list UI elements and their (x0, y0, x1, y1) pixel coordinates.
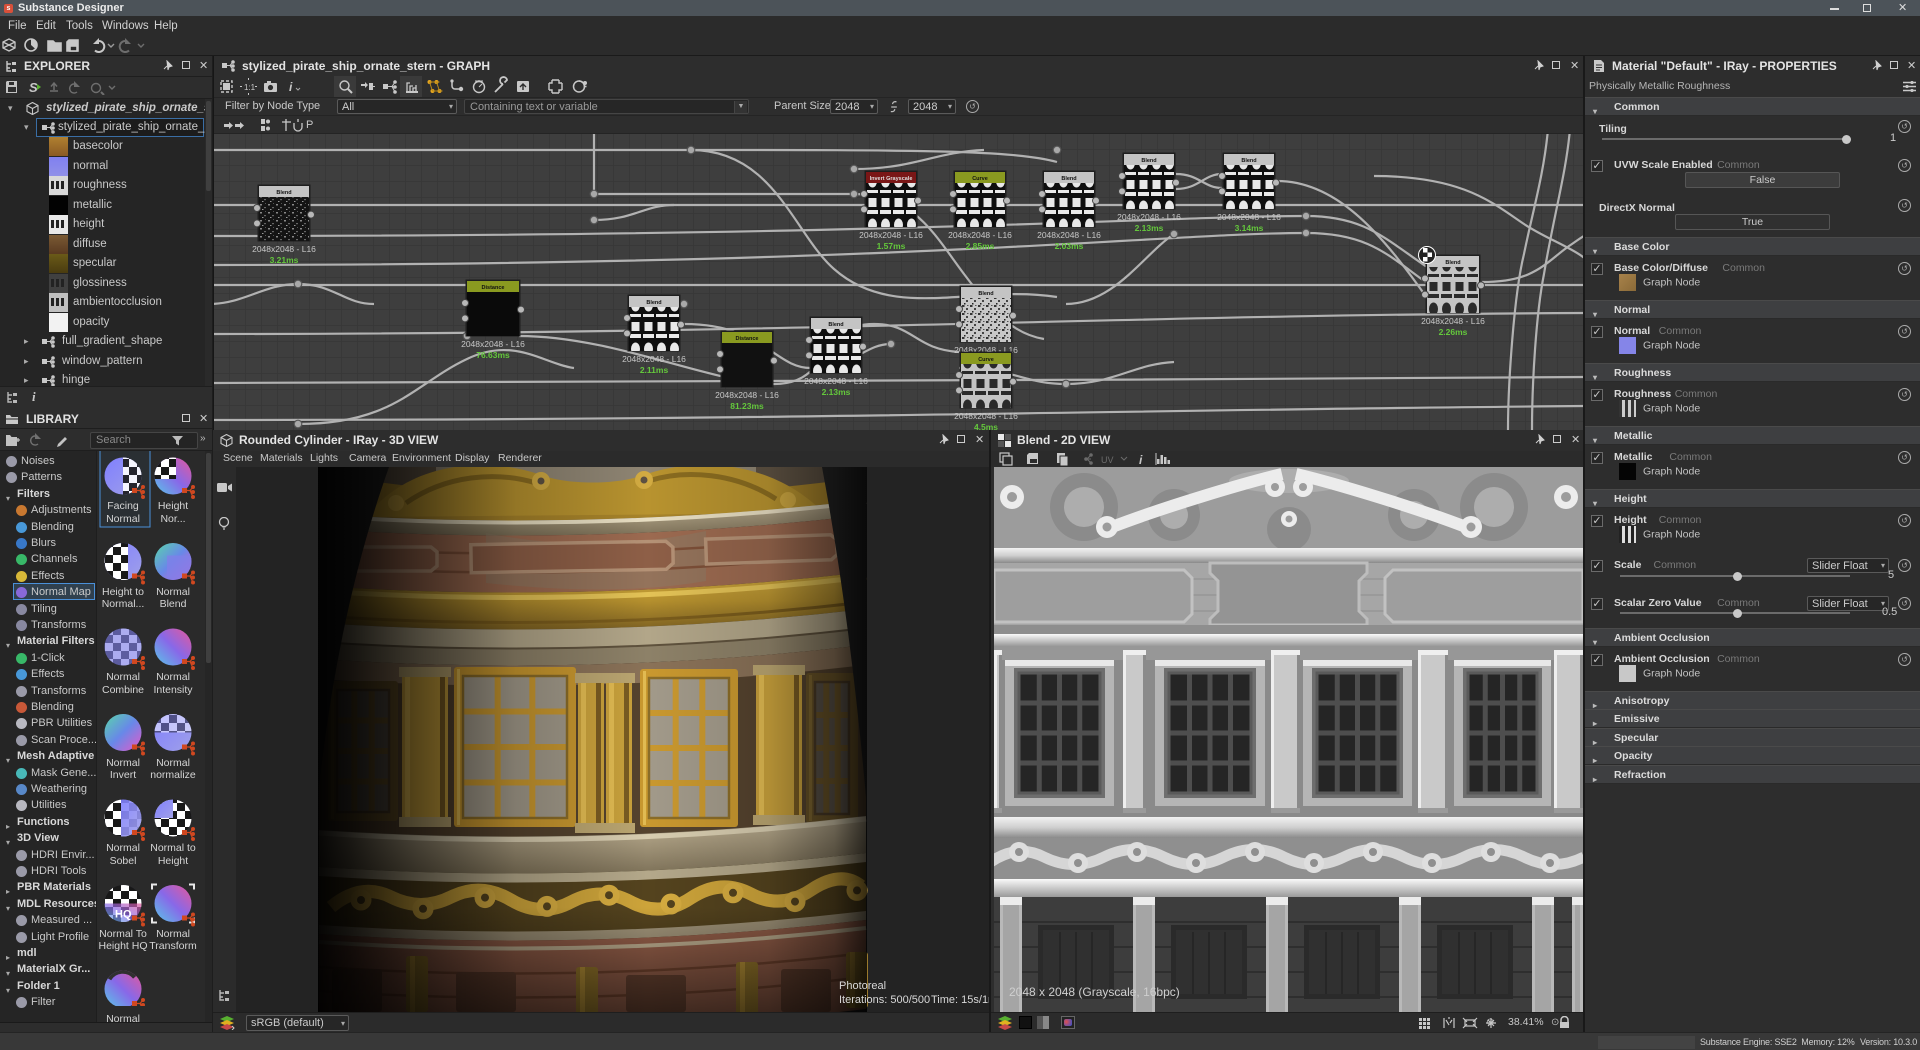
svg-text:UV: UV (1101, 455, 1114, 465)
svg-text:76.63ms: 76.63ms (476, 350, 510, 360)
svg-text:Blend: Blend (1445, 260, 1460, 266)
svg-text:i: i (289, 80, 293, 94)
svg-text:Blend: Blend (276, 190, 291, 196)
svg-text:1.57ms: 1.57ms (877, 241, 906, 251)
svg-text:2048x2048 - L16: 2048x2048 - L16 (252, 244, 316, 254)
svg-text:4.5ms: 4.5ms (974, 422, 998, 430)
svg-text:S: S (29, 80, 38, 95)
svg-text:Iterations: 500/500: Iterations: 500/500 (839, 994, 930, 1006)
svg-text:2048x2048 - L16: 2048x2048 - L16 (1421, 316, 1485, 326)
svg-text:Curve: Curve (978, 357, 994, 363)
svg-text:Blend: Blend (1241, 158, 1256, 164)
svg-text:2048x2048 - L16: 2048x2048 - L16 (1037, 230, 1101, 240)
svg-text:Invert Grayscale: Invert Grayscale (870, 176, 913, 182)
svg-text:81.23ms: 81.23ms (730, 401, 764, 411)
svg-text:Blend: Blend (828, 322, 843, 328)
svg-text:Blend: Blend (1141, 158, 1156, 164)
svg-text:1:1: 1:1 (244, 83, 256, 92)
svg-text:HQ: HQ (115, 909, 132, 921)
svg-text:2.13ms: 2.13ms (1135, 223, 1164, 233)
svg-text:2048x2048 - L16: 2048x2048 - L16 (804, 376, 868, 386)
svg-text:2048x2048 - L16: 2048x2048 - L16 (715, 390, 779, 400)
svg-text:Distance: Distance (482, 285, 505, 291)
svg-text:2048x2048 - L16: 2048x2048 - L16 (954, 411, 1018, 421)
svg-text:3.14ms: 3.14ms (1235, 223, 1264, 233)
svg-text:i: i (1139, 453, 1143, 466)
svg-text:2048x2048 - L16: 2048x2048 - L16 (859, 230, 923, 240)
svg-text:Blend: Blend (978, 291, 993, 297)
svg-text:2.11ms: 2.11ms (640, 365, 669, 375)
svg-text:2048x2048 - L16: 2048x2048 - L16 (948, 230, 1012, 240)
svg-text:2.13ms: 2.13ms (822, 387, 851, 397)
svg-text:2.85ms: 2.85ms (966, 241, 995, 251)
svg-text:Blend: Blend (1061, 176, 1076, 182)
svg-text:Time: 15s/1m0s: Time: 15s/1m0s (931, 994, 989, 1006)
svg-text:2048x2048 - L16: 2048x2048 - L16 (461, 339, 525, 349)
svg-text:Photoreal: Photoreal (839, 980, 886, 992)
svg-text:2048x2048 - L16: 2048x2048 - L16 (1217, 212, 1281, 222)
svg-text:2048x2048 - L16: 2048x2048 - L16 (622, 354, 686, 364)
svg-text:Blend: Blend (646, 300, 661, 306)
svg-text:2.03ms: 2.03ms (1055, 241, 1084, 251)
svg-text:Curve: Curve (972, 176, 988, 182)
svg-text:2.26ms: 2.26ms (1439, 327, 1468, 337)
svg-text:2048x2048 - L16: 2048x2048 - L16 (1117, 212, 1181, 222)
svg-text:Distance: Distance (736, 336, 759, 342)
svg-text:3.21ms: 3.21ms (270, 255, 299, 265)
